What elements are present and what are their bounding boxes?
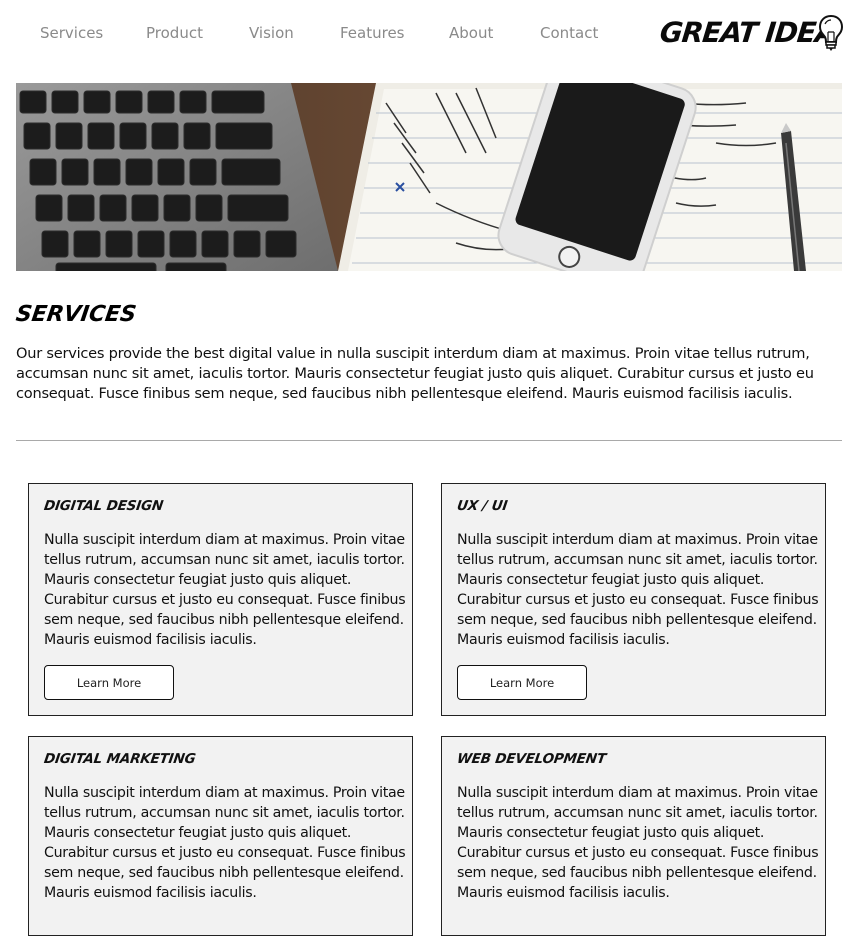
card-title: Digital Marketing (42, 751, 197, 767)
service-card-web-development: Web Development Nulla suscipit interdum … (441, 736, 826, 936)
nav-link-product[interactable]: Product (146, 24, 203, 42)
service-card-digital-marketing: Digital Marketing Nulla suscipit interdu… (28, 736, 413, 936)
nav-link-features[interactable]: Features (340, 24, 405, 42)
brand-logo[interactable]: GREAT IDEA (658, 14, 850, 54)
card-description: Nulla suscipit interdum diam at maximus.… (457, 532, 819, 648)
service-card-digital-design: Digital Design Nulla suscipit interdum d… (28, 483, 413, 716)
learn-more-button[interactable]: Learn More (457, 665, 587, 700)
top-navigation: Services Product Vision Features About C… (0, 0, 863, 70)
hero-desk-illustration (16, 83, 842, 271)
hero-image (16, 83, 842, 271)
nav-link-contact[interactable]: Contact (540, 24, 598, 42)
nav-link-services[interactable]: Services (40, 24, 103, 42)
nav-link-vision[interactable]: Vision (249, 24, 294, 42)
service-card-ux-ui: UX / UI Nulla suscipit interdum diam at … (441, 483, 826, 716)
card-title: Digital Design (42, 498, 165, 514)
page-title: Services (14, 302, 138, 327)
services-intro: Our services provide the best digital va… (16, 345, 814, 402)
nav-link-about[interactable]: About (449, 24, 493, 42)
card-description: Nulla suscipit interdum diam at maximus.… (457, 785, 819, 901)
lightbulb-icon (818, 14, 844, 51)
section-divider (16, 440, 842, 441)
brand-logo-text: GREAT IDEA (658, 16, 838, 49)
card-title: UX / UI (455, 498, 509, 514)
card-description: Nulla suscipit interdum diam at maximus.… (44, 785, 406, 901)
learn-more-button[interactable]: Learn More (44, 665, 174, 700)
card-description: Nulla suscipit interdum diam at maximus.… (44, 532, 406, 648)
card-title: Web Development (455, 751, 607, 767)
